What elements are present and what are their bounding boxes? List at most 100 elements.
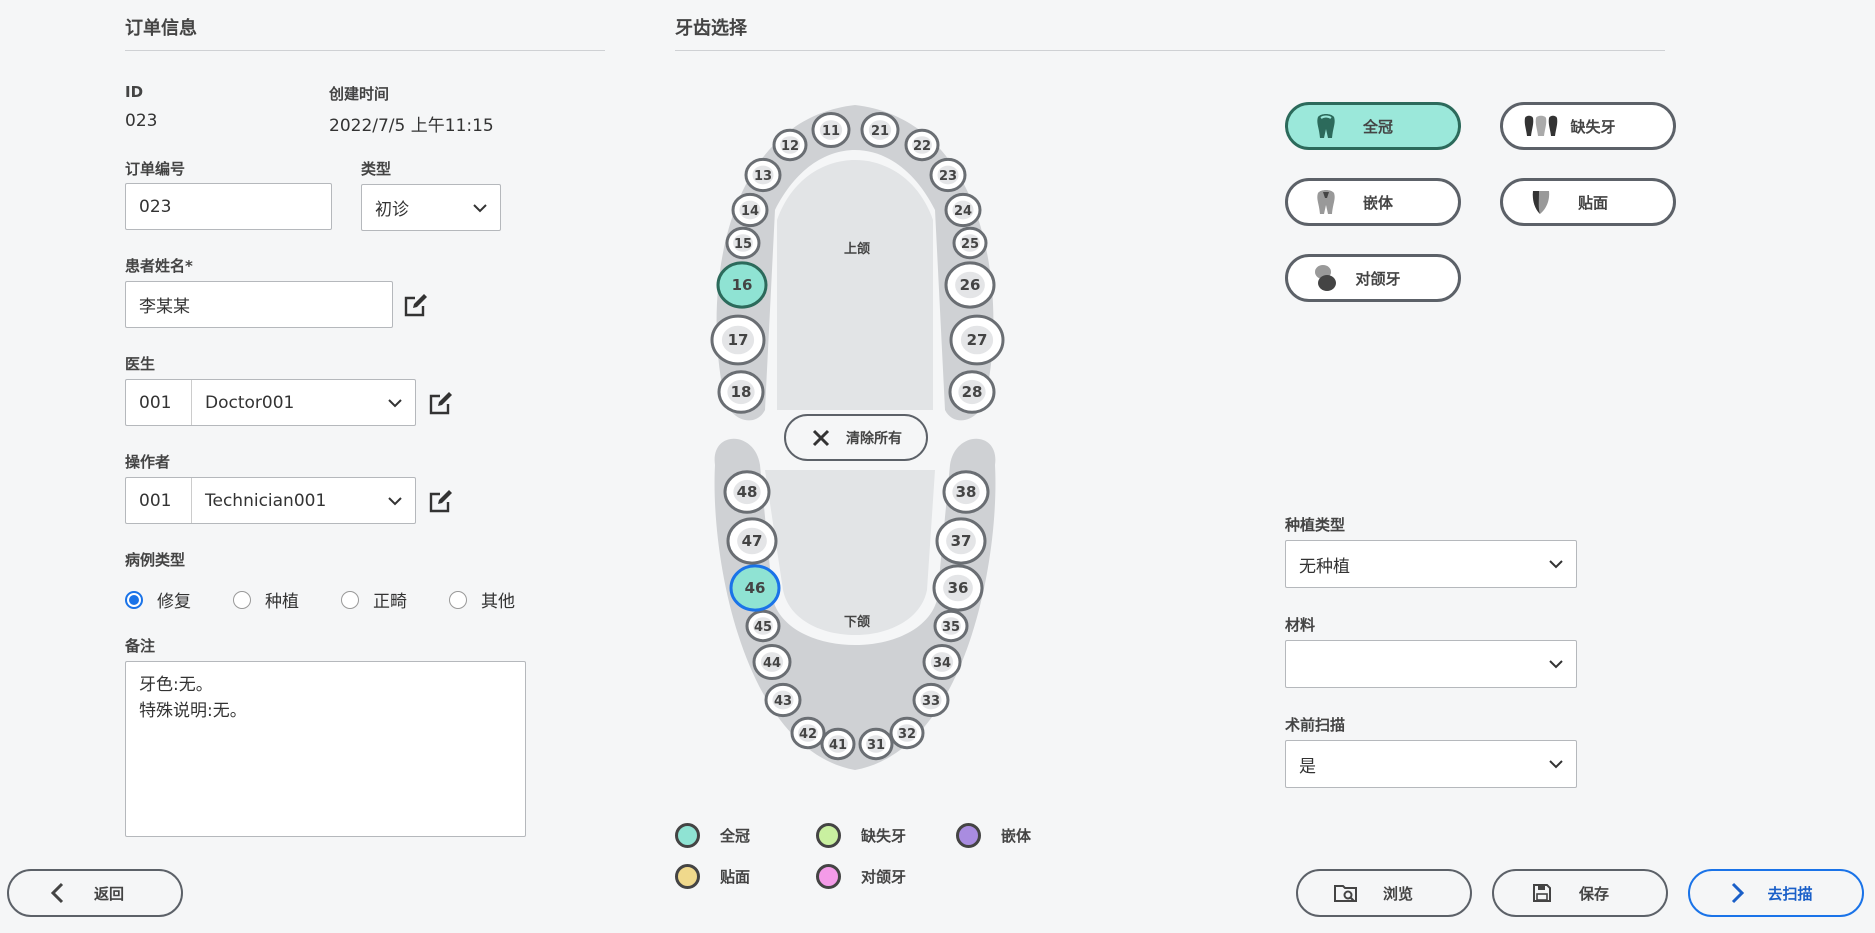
tooth-27[interactable]: 27 [949,314,1005,366]
tooth-number: 46 [745,579,766,597]
missing-tooth-label: 缺失牙 [1570,117,1616,136]
created-value: 2022/7/5 上午11:15 [329,116,494,136]
tooth-28[interactable]: 28 [948,370,996,414]
tooth-41[interactable]: 41 [820,727,856,761]
tooth-number: 12 [781,139,799,154]
inlay-label: 嵌体 [1362,193,1393,212]
tooth-number: 37 [951,532,972,550]
restoration-inlay-button[interactable]: 嵌体 [1285,178,1461,226]
chevron-down-icon [375,496,415,506]
tooth-47[interactable]: 47 [726,517,778,565]
tooth-45[interactable]: 45 [745,609,781,643]
restoration-missing-tooth-button[interactable]: 缺失牙 [1500,102,1676,150]
tooth-18[interactable]: 18 [717,370,765,414]
tooth-number: 33 [922,694,940,709]
tooth-15[interactable]: 15 [725,226,761,260]
legend-inlay: 嵌体 [956,823,1031,848]
tooth-43[interactable]: 43 [764,682,802,718]
type-label: 类型 [361,160,392,178]
browse-label: 浏览 [1382,884,1413,903]
antagonist-label: 对颌牙 [1355,269,1401,288]
tooth-24[interactable]: 24 [944,192,982,228]
tooth-number: 23 [939,169,957,184]
order-no-input[interactable] [125,183,332,230]
legend-swatch [816,823,841,848]
material-label: 材料 [1285,616,1316,634]
doctor-select[interactable]: 001 Doctor001 [125,379,416,426]
tooth-13[interactable]: 13 [744,157,782,193]
order-info-divider [125,50,605,51]
prescan-select[interactable]: 是 [1285,740,1577,788]
clear-all-label: 清除所有 [846,430,902,447]
tooth-17[interactable]: 17 [710,314,766,366]
tooth-34[interactable]: 34 [922,643,962,681]
tooth-23[interactable]: 23 [929,157,967,193]
patient-name-input[interactable] [125,281,393,328]
tooth-number: 13 [754,169,772,184]
type-select[interactable]: 初诊 [361,184,501,231]
patient-label: 患者姓名* [125,257,193,275]
tooth-12[interactable]: 12 [772,128,808,162]
inlay-icon [1304,189,1348,215]
restoration-antagonist-button[interactable]: 对颌牙 [1285,254,1461,302]
restoration-veneer-button[interactable]: 贴面 [1500,178,1676,226]
tooth-11[interactable]: 11 [811,111,851,149]
implant-type-select[interactable]: 无种植 [1285,540,1577,588]
tooth-36[interactable]: 36 [932,564,984,612]
notes-textarea[interactable] [125,661,526,837]
crown-icon [1304,113,1348,139]
tooth-48[interactable]: 48 [723,470,771,514]
browse-button[interactable]: 浏览 [1296,869,1472,917]
edit-icon [429,490,452,513]
back-button[interactable]: 返回 [7,869,183,917]
chevron-down-icon [1536,659,1576,669]
tooth-number: 25 [961,237,979,252]
go-scan-button[interactable]: 去扫描 [1688,869,1864,917]
tooth-number: 28 [962,383,983,401]
tooth-number: 47 [742,532,763,550]
doctor-name: Doctor001 [205,392,295,413]
chevron-down-icon [460,203,500,213]
type-select-value: 初诊 [375,200,409,220]
tooth-26[interactable]: 26 [944,261,996,309]
edit-operator-button[interactable] [426,486,456,516]
restoration-full-crown-button[interactable]: 全冠 [1285,102,1461,150]
case-type-radio-implant[interactable]: 种植 [233,587,299,612]
implant-type-label: 种植类型 [1285,516,1346,534]
tooth-37[interactable]: 37 [935,517,987,565]
tooth-14[interactable]: 14 [731,192,769,228]
tooth-44[interactable]: 44 [752,643,792,681]
edit-patient-button[interactable] [401,290,431,320]
close-icon [812,429,830,447]
case-type-radio-other[interactable]: 其他 [449,587,515,612]
upper-jaw-label: 上颌 [844,241,870,257]
operator-select[interactable]: 001 Technician001 [125,477,416,524]
tooth-16[interactable]: 16 [716,261,768,309]
lower-jaw-label: 下颌 [844,614,870,630]
tooth-33[interactable]: 33 [912,682,950,718]
save-button[interactable]: 保存 [1492,869,1668,917]
created-label: 创建时间 [329,85,390,103]
tooth-number: 15 [734,237,752,252]
tooth-35[interactable]: 35 [933,609,969,643]
chevron-down-icon [1536,759,1576,769]
tooth-25[interactable]: 25 [952,226,988,260]
tooth-46[interactable]: 46 [729,564,781,612]
tooth-21[interactable]: 21 [860,111,900,149]
legend-swatch [675,864,700,889]
tooth-32[interactable]: 32 [889,716,925,750]
tooth-22[interactable]: 22 [904,128,940,162]
material-select[interactable] [1285,640,1577,688]
tooth-number: 34 [933,656,951,671]
clear-all-button[interactable]: 清除所有 [784,414,928,461]
case-type-radio-ortho[interactable]: 正畸 [341,587,407,612]
doctor-code: 001 [126,380,192,425]
tooth-number: 18 [731,383,752,401]
tooth-number: 45 [754,620,772,635]
tooth-38[interactable]: 38 [942,470,990,514]
edit-doctor-button[interactable] [426,388,456,418]
tooth-42[interactable]: 42 [790,716,826,750]
case-type-radio-restoration[interactable]: 修复 [125,587,191,612]
tooth-31[interactable]: 31 [858,727,894,761]
tooth-number: 11 [822,124,840,139]
